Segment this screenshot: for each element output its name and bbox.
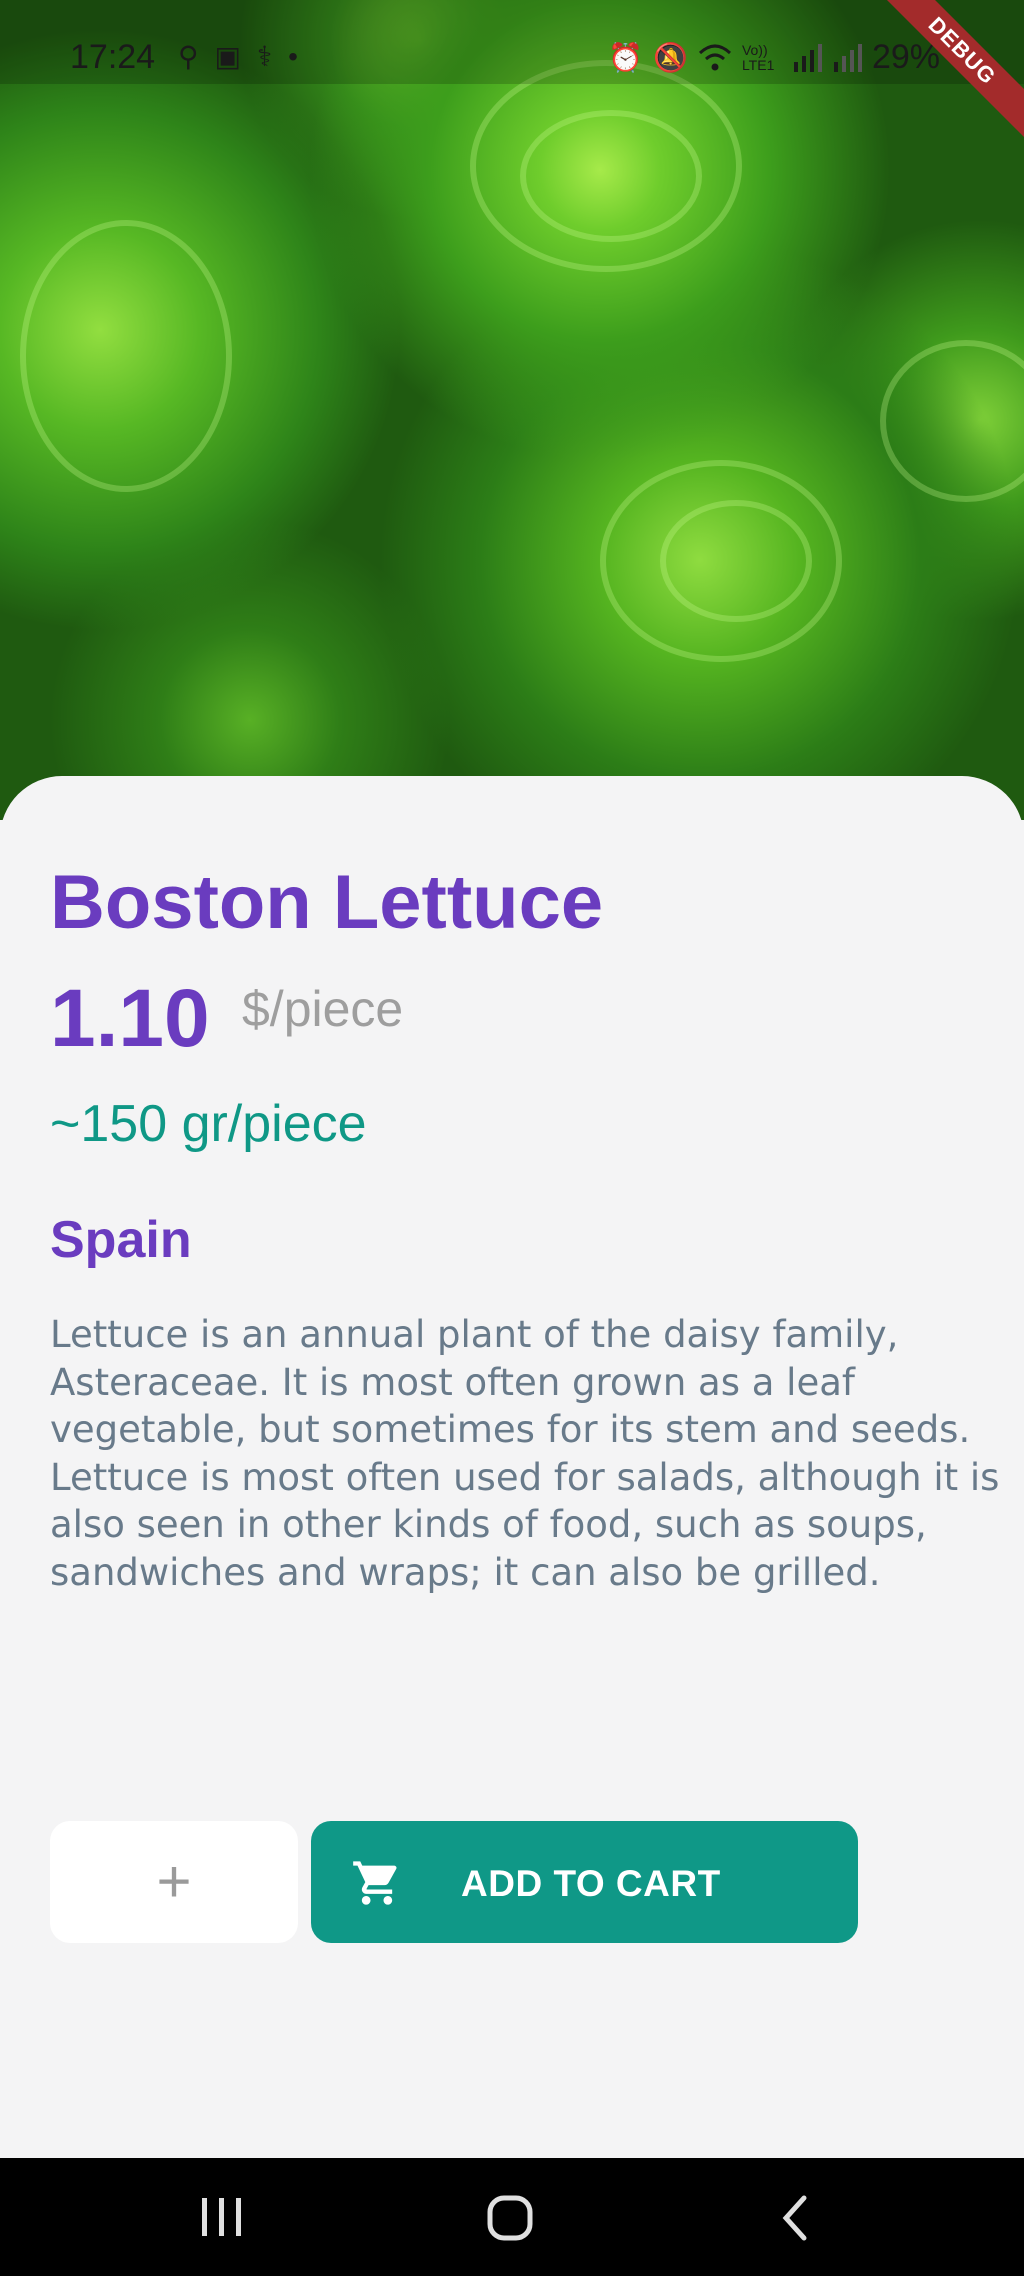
battery-percent: 29% — [871, 38, 940, 76]
recent-apps-icon[interactable] — [200, 2194, 244, 2240]
alarm-icon: ⏰ — [608, 42, 644, 73]
product-description: Lettuce is an annual plant of the daisy … — [50, 1313, 1000, 1594]
image-icon: ▣ — [214, 41, 257, 72]
navigation-bar — [0, 2158, 1024, 2276]
product-origin: Spain — [50, 1211, 192, 1269]
price-unit: $/piece — [242, 981, 404, 1037]
add-to-cart-label: ADD TO CART — [461, 1863, 721, 1904]
product-title: Boston Lettuce — [50, 860, 604, 945]
voicemail-icon: ⚲ — [178, 41, 215, 72]
home-icon[interactable] — [486, 2194, 534, 2242]
add-to-cart-button[interactable]: ADD TO CART — [311, 1821, 858, 1943]
status-right: ⏰ 🔕 Vo)) LTE1 29% — [608, 38, 940, 77]
signal-icon-2 — [833, 43, 862, 72]
product-detail-card: Boston Lettuce 1.10 $/piece ~150 gr/piec… — [0, 776, 1024, 2158]
walking-icon: ⚕ — [256, 41, 289, 72]
product-price: 1.10 — [50, 973, 210, 1064]
status-time: 17:24 — [70, 38, 156, 76]
product-image: DEBUG — [0, 0, 1024, 820]
status-bar: 17:24 ⚲▣⚕• ⏰ 🔕 Vo)) LTE1 29% — [0, 0, 1024, 84]
increase-quantity-button[interactable]: + — [50, 1821, 298, 1943]
signal-icon — [793, 43, 822, 72]
back-icon[interactable] — [780, 2194, 810, 2242]
cart-icon — [353, 1861, 397, 1905]
notification-icons: ⚲▣⚕• — [178, 40, 314, 73]
plus-icon: + — [156, 1848, 192, 1915]
wifi-icon — [698, 44, 731, 70]
product-weight: ~150 gr/piece — [50, 1095, 367, 1153]
dot-icon: • — [288, 41, 314, 72]
mute-icon: 🔕 — [653, 42, 688, 73]
network-label: Vo)) LTE1 — [741, 41, 775, 73]
